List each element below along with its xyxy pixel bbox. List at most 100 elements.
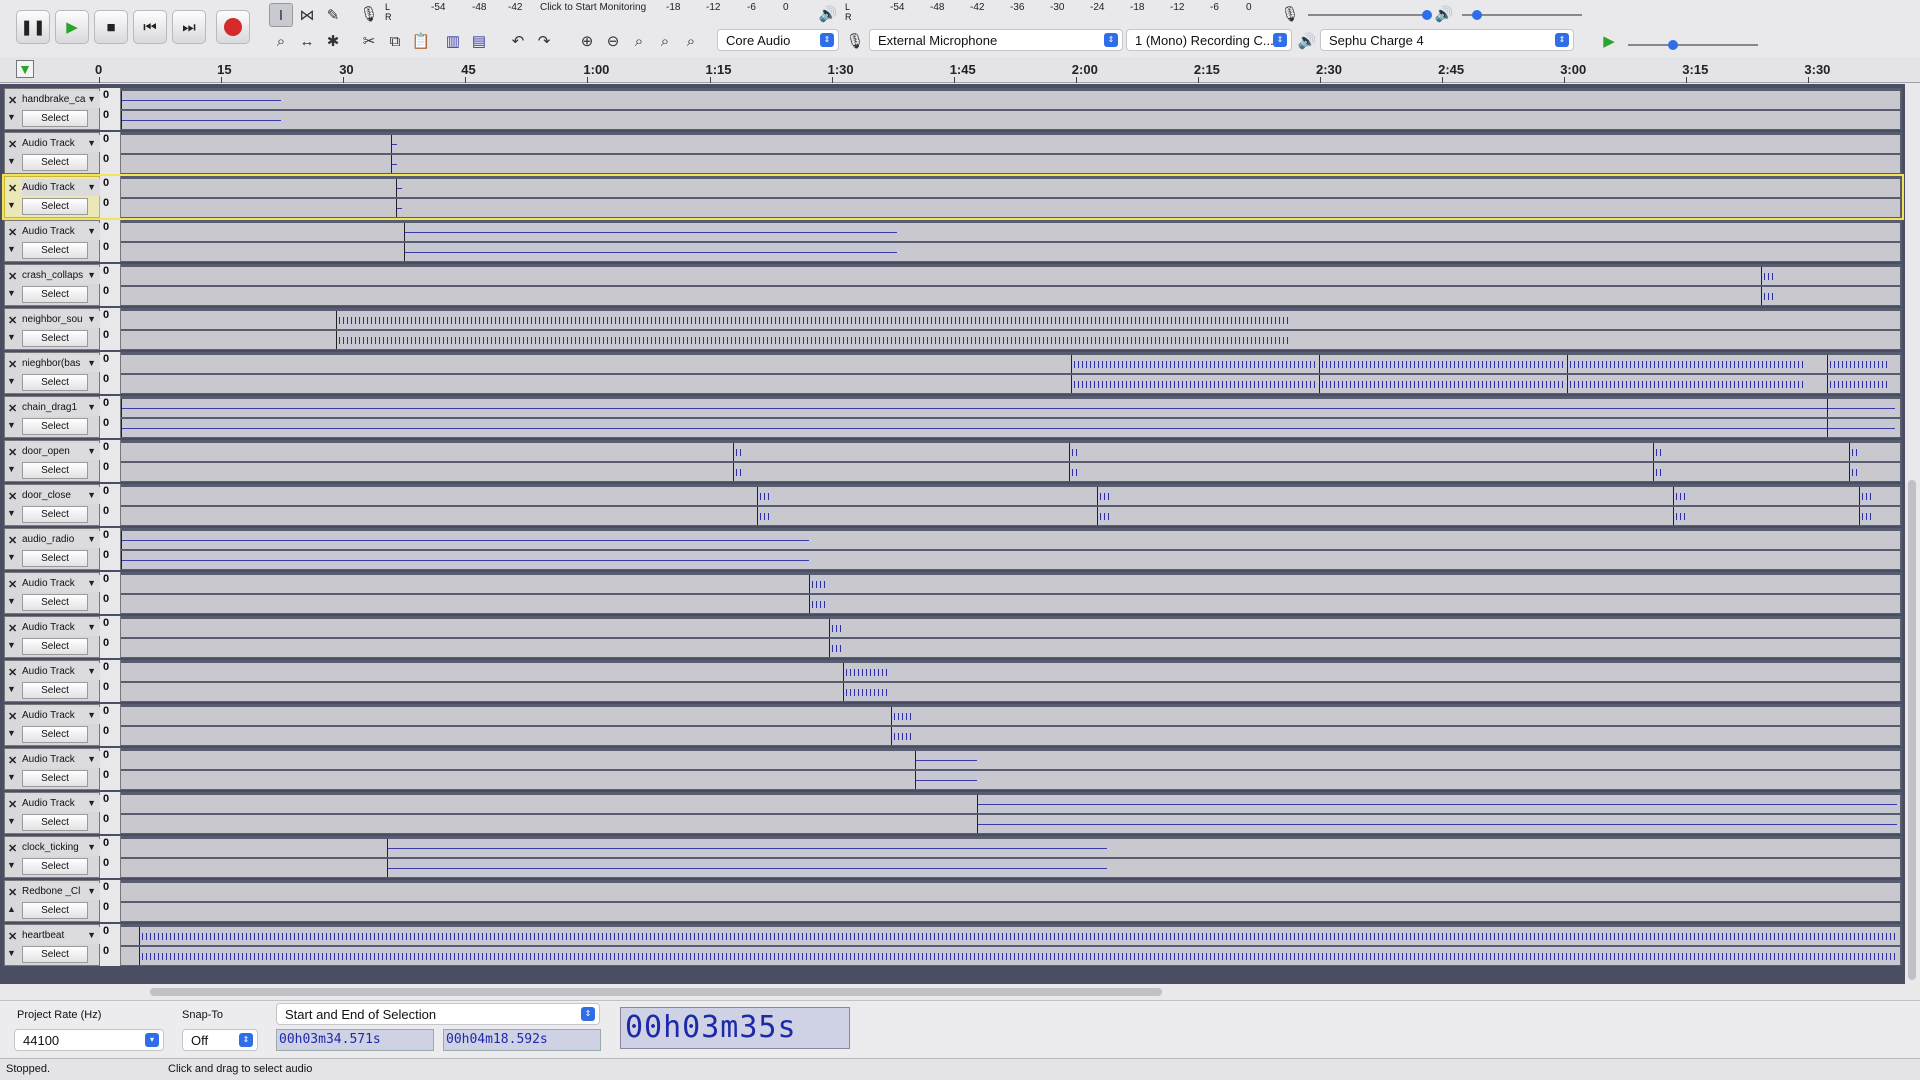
waveform-area[interactable] <box>121 309 1900 349</box>
channel-left[interactable] <box>121 707 1900 725</box>
channel-right[interactable] <box>121 815 1900 833</box>
audio-clip[interactable] <box>121 399 1827 417</box>
collapse-track-icon[interactable]: ▼ <box>7 640 16 650</box>
audio-clip[interactable] <box>1827 355 1889 373</box>
vertical-scrollbar[interactable] <box>1908 480 1916 980</box>
close-track-icon[interactable]: ✕ <box>8 358 17 371</box>
audio-clip[interactable] <box>139 927 1899 945</box>
collapse-track-icon[interactable]: ▼ <box>7 816 16 826</box>
timeline-ruler[interactable]: ▼ 0 15 30 45 1:00 1:15 1:30 1:45 2:00 2:15 2:30 2:4… <box>0 57 1920 83</box>
waveform-area[interactable] <box>121 529 1900 569</box>
collapse-track-icon[interactable]: ▼ <box>7 508 16 518</box>
audio-track[interactable]: ✕ crash_collaps ▼ ▼ Select 0 0 <box>4 264 1902 306</box>
audio-clip[interactable] <box>121 531 809 549</box>
waveform-area[interactable] <box>121 925 1900 965</box>
audio-position-time[interactable]: 00h03m35s <box>620 1007 850 1049</box>
channel-right[interactable] <box>121 727 1900 745</box>
fit-project-icon[interactable]: ⌕ <box>653 29 677 53</box>
waveform-area[interactable] <box>121 837 1900 877</box>
audio-clip[interactable] <box>387 839 1107 857</box>
channel-right[interactable] <box>121 155 1900 173</box>
channel-left[interactable] <box>121 311 1900 329</box>
record-meter[interactable]: -54 -48 -42 Click to Start Monitoring -1… <box>395 2 793 26</box>
channel-right[interactable] <box>121 551 1900 569</box>
play-button[interactable]: ▶ <box>55 10 89 44</box>
audio-clip[interactable] <box>121 551 809 569</box>
waveform-area[interactable] <box>121 573 1900 613</box>
close-track-icon[interactable]: ✕ <box>8 182 17 195</box>
waveform-area[interactable] <box>121 881 1900 921</box>
audio-clip[interactable] <box>396 199 402 217</box>
waveform-area[interactable] <box>121 793 1900 833</box>
close-track-icon[interactable]: ✕ <box>8 666 17 679</box>
collapse-track-icon[interactable]: ▲ <box>7 904 16 914</box>
audio-track[interactable]: ✕ handbrake_ca ▼ ▼ Select 0 0 <box>4 88 1902 130</box>
chevron-down-icon[interactable]: ▼ <box>87 930 96 940</box>
vertical-scale[interactable]: 00 <box>100 396 121 438</box>
chevron-down-icon[interactable]: ▼ <box>87 622 96 632</box>
audio-clip[interactable] <box>809 595 829 613</box>
audio-track[interactable]: ✕ audio_radio ▼ ▼ Select 0 0 <box>4 528 1902 570</box>
track-control-panel[interactable]: ✕ heartbeat ▼ ▼ Select <box>4 924 100 966</box>
audio-clip[interactable] <box>1097 507 1113 525</box>
close-track-icon[interactable]: ✕ <box>8 886 17 899</box>
selection-end-time[interactable]: 00h04m18.592s <box>443 1029 601 1051</box>
vertical-scale[interactable]: 00 <box>100 352 121 394</box>
audio-clip[interactable] <box>1761 287 1775 305</box>
audio-track[interactable]: ✕ nieghbor(bas ▼ ▼ Select 0 0 <box>4 352 1902 394</box>
channel-right[interactable] <box>121 859 1900 877</box>
channel-right[interactable] <box>121 947 1900 965</box>
zoom-toggle-icon[interactable]: ⌕ <box>679 29 703 53</box>
close-track-icon[interactable]: ✕ <box>8 402 17 415</box>
audio-clip[interactable] <box>1827 375 1889 393</box>
collapse-track-icon[interactable]: ▼ <box>7 464 16 474</box>
chevron-down-icon[interactable]: ▼ <box>87 402 96 412</box>
recording-volume-slider[interactable] <box>1308 10 1432 20</box>
playback-volume-slider[interactable] <box>1462 10 1582 20</box>
snap-to-select[interactable]: Off ⇕ <box>182 1029 258 1051</box>
chevron-down-icon[interactable]: ▼ <box>87 358 96 368</box>
track-select-button[interactable]: Select <box>22 462 88 479</box>
audio-clip[interactable] <box>1673 507 1689 525</box>
audio-clip[interactable] <box>829 619 843 637</box>
close-track-icon[interactable]: ✕ <box>8 754 17 767</box>
selection-mode-select[interactable]: Start and End of Selection ⇕ <box>276 1003 600 1025</box>
skip-to-start-button[interactable]: ⏮ <box>133 10 167 44</box>
collapse-track-icon[interactable]: ▼ <box>7 156 16 166</box>
channel-right[interactable] <box>121 595 1900 613</box>
collapse-track-icon[interactable]: ▼ <box>7 332 16 342</box>
track-control-panel[interactable]: ✕ handbrake_ca ▼ ▼ Select <box>4 88 100 130</box>
collapse-track-icon[interactable]: ▼ <box>7 200 16 210</box>
vertical-scale[interactable]: 00 <box>100 748 121 790</box>
track-select-button[interactable]: Select <box>22 594 88 611</box>
audio-clip[interactable] <box>733 463 743 481</box>
trim-icon[interactable]: ▥ <box>441 29 465 53</box>
stop-button[interactable]: ■ <box>94 10 128 44</box>
audio-track[interactable]: ✕ Audio Track ▼ ▼ Select 0 0 <box>4 572 1902 614</box>
chevron-down-icon[interactable]: ▼ <box>87 842 96 852</box>
audio-clip[interactable] <box>1761 267 1775 285</box>
copy-icon[interactable]: ⧉ <box>383 29 407 53</box>
audio-clip[interactable] <box>915 771 977 789</box>
channel-left[interactable] <box>121 531 1900 549</box>
track-control-panel[interactable]: ✕ Audio Track ▼ ▼ Select <box>4 132 100 174</box>
waveform-area[interactable] <box>121 705 1900 745</box>
channel-left[interactable] <box>121 267 1900 285</box>
audio-clip[interactable] <box>1827 419 1895 437</box>
vertical-scale[interactable]: 00 <box>100 704 121 746</box>
input-device-select[interactable]: External Microphone ⇕ <box>869 29 1123 51</box>
waveform-area[interactable] <box>121 485 1900 525</box>
track-control-panel[interactable]: ✕ neighbor_sou ▼ ▼ Select <box>4 308 100 350</box>
audio-track[interactable]: ✕ door_close ▼ ▼ Select 0 0 <box>4 484 1902 526</box>
waveform-area[interactable] <box>121 353 1900 393</box>
channel-right[interactable] <box>121 507 1900 525</box>
audio-clip[interactable] <box>336 331 1291 349</box>
audio-clip[interactable] <box>843 663 891 681</box>
waveform-area[interactable] <box>121 89 1900 129</box>
channel-right[interactable] <box>121 287 1900 305</box>
track-select-button[interactable]: Select <box>22 902 88 919</box>
waveform-area[interactable] <box>121 177 1900 217</box>
audio-track[interactable]: ✕ Audio Track ▼ ▼ Select 0 0 <box>4 704 1902 746</box>
close-track-icon[interactable]: ✕ <box>8 622 17 635</box>
track-select-button[interactable]: Select <box>22 154 88 171</box>
